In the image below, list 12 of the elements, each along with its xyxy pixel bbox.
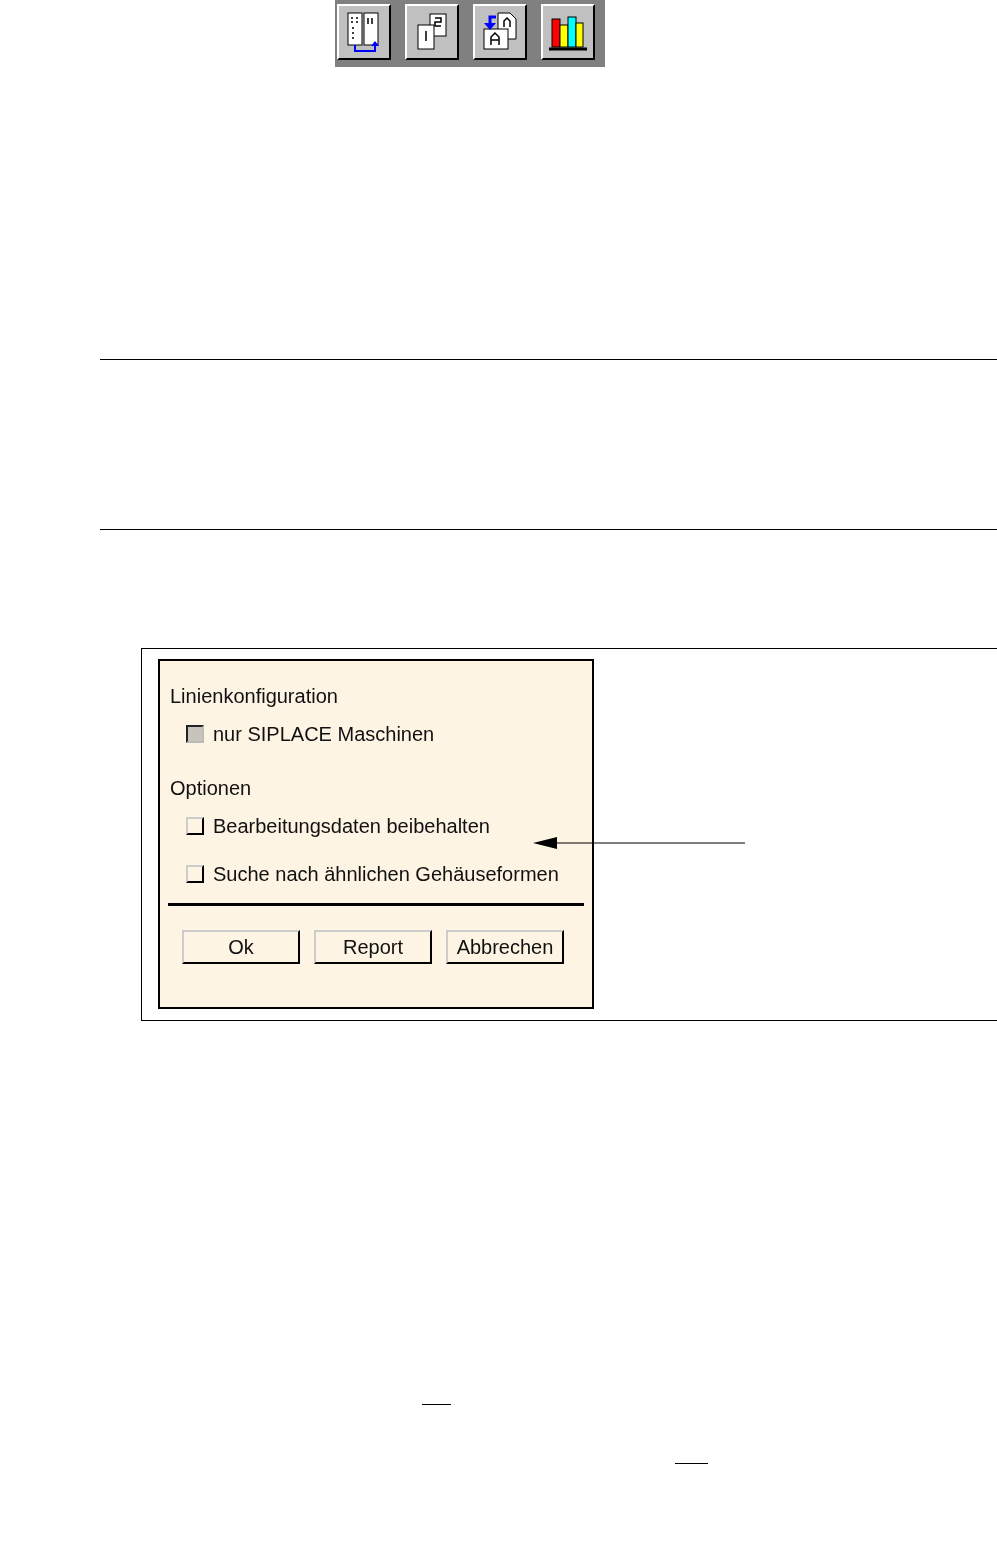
checkbox-label: Bearbeitungsdaten beibehalten [213,814,490,839]
section-heading: Optionen [170,776,253,801]
toolbar-button[interactable] [473,4,527,60]
toolbar-button[interactable] [337,4,391,60]
dialog-button[interactable]: Abbrechen [446,930,564,964]
toolbar-button[interactable] [405,4,459,60]
checkbox-label: nur SIPLACE Maschinen [213,722,435,747]
dialog-button[interactable]: Report [314,930,432,964]
section-heading: Linienkonfiguration [170,684,339,709]
toolbar-button[interactable] [541,4,595,60]
dialog-button[interactable]: Ok [182,930,300,964]
checkbox-label: Suche nach ähnlichen Gehäuseformen [213,862,559,887]
